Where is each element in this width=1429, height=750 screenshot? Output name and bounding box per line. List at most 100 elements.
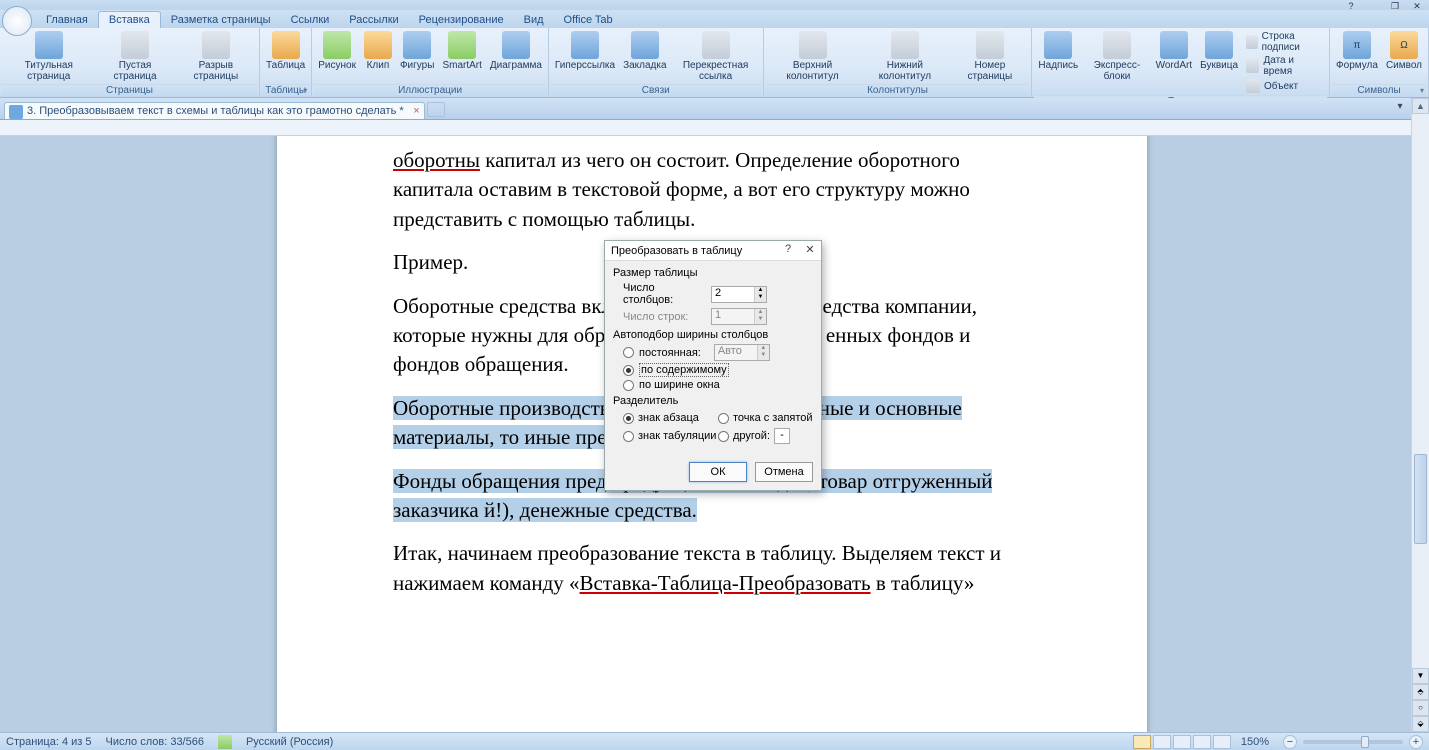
autofit-window-label: по ширине окна	[639, 379, 720, 391]
scroll-up-button[interactable]: ▲	[1412, 98, 1429, 114]
footer-button[interactable]: Нижний колонтитул	[859, 29, 950, 84]
date-time-button[interactable]: Дата и время	[1246, 55, 1323, 77]
office-button[interactable]	[2, 6, 32, 36]
equation-button[interactable]: πФормула	[1332, 29, 1382, 84]
header-icon	[799, 31, 827, 59]
scroll-thumb[interactable]	[1414, 454, 1427, 544]
proofing-indicator[interactable]	[218, 735, 232, 749]
sep-semicolon-radio[interactable]	[718, 413, 729, 424]
smartart-button[interactable]: SmartArt	[438, 29, 485, 84]
sep-other-radio[interactable]	[718, 431, 729, 442]
restore-button[interactable]: ❐	[1387, 1, 1403, 10]
shapes-button[interactable]: Фигуры	[396, 29, 438, 84]
minimize-button[interactable]: _	[1365, 1, 1381, 10]
sep-semi-label: точка с запятой	[733, 412, 813, 424]
cancel-button[interactable]: Отмена	[755, 462, 813, 482]
scroll-down-button[interactable]: ▼	[1412, 668, 1429, 684]
separator-label: Разделитель	[613, 395, 813, 407]
page-break-label: Разрыв страницы	[179, 60, 253, 82]
table-button[interactable]: Таблица	[262, 29, 309, 84]
tab-view[interactable]: Вид	[514, 12, 554, 28]
quickparts-label: Экспресс-блоки	[1086, 60, 1147, 82]
close-tab-button[interactable]: ×	[413, 105, 419, 117]
picture-button[interactable]: Рисунок	[314, 29, 360, 84]
dropcap-icon	[1205, 31, 1233, 59]
fixed-width-radio[interactable]	[623, 347, 634, 358]
dialog-title-bar[interactable]: Преобразовать в таблицу ? ✕	[605, 241, 821, 261]
wordart-button[interactable]: WordArt	[1152, 29, 1197, 95]
hyperlink-button[interactable]: Гиперссылка	[551, 29, 619, 84]
paragraph[interactable]: Итак, начинаем преобразование текста в т…	[393, 539, 1031, 598]
tab-office-tab[interactable]: Office Tab	[554, 12, 623, 28]
dropcap-button[interactable]: Буквица	[1196, 29, 1242, 95]
blank-page-button[interactable]: Пустая страница	[95, 29, 174, 84]
close-window-button[interactable]: ✕	[1409, 1, 1425, 10]
chart-button[interactable]: Диаграмма	[486, 29, 546, 84]
word-count[interactable]: Число слов: 33/566	[106, 736, 204, 748]
cover-page-label: Титульная страница	[6, 60, 91, 82]
autofit-label: Автоподбор ширины столбцов	[613, 329, 813, 341]
quickparts-button[interactable]: Экспресс-блоки	[1082, 29, 1151, 95]
cover-page-button[interactable]: Титульная страница	[2, 29, 95, 84]
dialog-help-button[interactable]: ?	[781, 243, 795, 257]
proofing-icon	[218, 735, 232, 749]
autofit-content-radio[interactable]	[623, 365, 634, 376]
clipart-button[interactable]: Клип	[360, 29, 396, 84]
object-button[interactable]: Объект	[1246, 79, 1323, 93]
tab-review[interactable]: Рецензирование	[409, 12, 514, 28]
cols-spinner[interactable]: 2 ▲ ▼	[711, 286, 767, 303]
quickparts-icon	[1103, 31, 1131, 59]
fullscreen-view-button[interactable]	[1153, 735, 1171, 749]
cols-down-button[interactable]: ▼	[754, 294, 766, 302]
web-view-button[interactable]	[1173, 735, 1191, 749]
draft-view-button[interactable]	[1213, 735, 1231, 749]
tab-mailings[interactable]: Рассылки	[339, 12, 408, 28]
tab-insert[interactable]: Вставка	[98, 11, 161, 28]
tab-references[interactable]: Ссылки	[281, 12, 340, 28]
rows-spinner: 1 ▲ ▼	[711, 308, 767, 325]
sep-paragraph-radio[interactable]	[623, 413, 634, 424]
print-layout-view-button[interactable]	[1133, 735, 1151, 749]
ok-button[interactable]: ОК	[689, 462, 747, 482]
shapes-label: Фигуры	[400, 60, 434, 71]
sep-tab-radio[interactable]	[623, 431, 634, 442]
header-button[interactable]: Верхний колонтитул	[766, 29, 860, 84]
crossref-button[interactable]: Перекрестная ссылка	[671, 29, 761, 84]
next-page-button[interactable]: ⬙	[1412, 716, 1429, 732]
new-tab-button[interactable]	[427, 102, 445, 117]
signature-line-button[interactable]: Строка подписи	[1246, 31, 1323, 53]
zoom-slider-thumb[interactable]	[1361, 736, 1369, 748]
scroll-track[interactable]	[1412, 114, 1429, 668]
page-indicator[interactable]: Страница: 4 из 5	[6, 736, 92, 748]
page-break-button[interactable]: Разрыв страницы	[175, 29, 257, 84]
bookmark-label: Закладка	[623, 60, 666, 71]
autofit-window-radio[interactable]	[623, 380, 634, 391]
horizontal-ruler[interactable]	[0, 120, 1429, 136]
document-tab[interactable]: 3. Преобразовываем текст в схемы и табли…	[4, 102, 425, 119]
tabbar-menu-button[interactable]: ▾	[1393, 101, 1407, 115]
language-indicator[interactable]: Русский (Россия)	[246, 736, 333, 748]
dialog-close-button[interactable]: ✕	[803, 243, 817, 257]
prev-page-button[interactable]: ⬘	[1412, 684, 1429, 700]
zoom-out-button[interactable]: −	[1283, 735, 1297, 749]
zoom-in-button[interactable]: +	[1409, 735, 1423, 749]
page-number-button[interactable]: Номер страницы	[950, 29, 1029, 84]
tab-page-layout[interactable]: Разметка страницы	[161, 12, 281, 28]
textbox-button[interactable]: Надпись	[1034, 29, 1082, 95]
help-button[interactable]: ?	[1343, 1, 1359, 10]
tab-home[interactable]: Главная	[36, 12, 98, 28]
outline-view-button[interactable]	[1193, 735, 1211, 749]
paragraph[interactable]: оборотны капитал из чего он состоит. Опр…	[393, 146, 1031, 234]
footer-icon	[891, 31, 919, 59]
zoom-slider[interactable]	[1303, 740, 1403, 744]
vertical-scrollbar[interactable]: ▲ ▼ ⬘ ○ ⬙	[1411, 98, 1429, 732]
zoom-level[interactable]: 150%	[1241, 736, 1269, 748]
sep-other-input[interactable]: -	[774, 428, 790, 444]
bookmark-button[interactable]: Закладка	[619, 29, 670, 84]
chart-icon	[502, 31, 530, 59]
bookmark-icon	[631, 31, 659, 59]
symbol-button[interactable]: ΩСимвол	[1382, 29, 1426, 84]
browse-object-button[interactable]: ○	[1412, 700, 1429, 716]
symbols-launcher-icon[interactable]: ▾	[1420, 86, 1424, 95]
tables-launcher-icon[interactable]: ▾	[303, 86, 307, 95]
